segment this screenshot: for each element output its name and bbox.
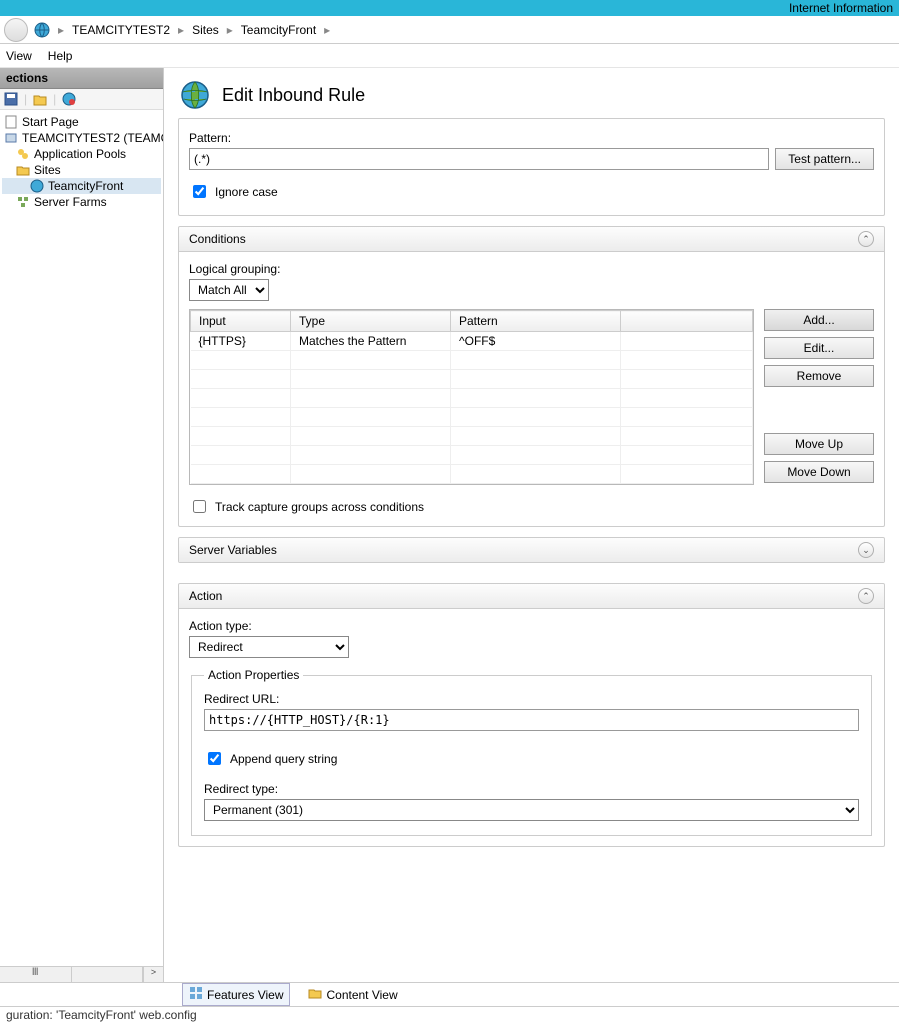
save-icon[interactable]: [4, 92, 18, 106]
page-title: Edit Inbound Rule: [222, 85, 365, 106]
page-icon: [4, 115, 18, 129]
append-query-checkbox[interactable]: [208, 752, 221, 765]
action-properties-legend: Action Properties: [204, 668, 303, 682]
redirect-url-input[interactable]: [204, 709, 859, 731]
action-panel: Action ⌃ Action type: Redirect Action Pr…: [178, 583, 885, 847]
separator: |: [24, 92, 27, 106]
folder-icon[interactable]: [33, 92, 47, 106]
separator: |: [53, 92, 56, 106]
chevron-right-icon: ▸: [178, 23, 184, 37]
match-url-panel: Pattern: Test pattern... Ignore case: [178, 118, 885, 216]
pattern-label: Pattern:: [189, 131, 874, 145]
table-row: .: [191, 370, 753, 389]
status-text: guration: 'TeamcityFront' web.config: [6, 1008, 197, 1022]
col-type[interactable]: Type: [291, 311, 451, 332]
action-type-label: Action type:: [189, 619, 874, 633]
test-pattern-button[interactable]: Test pattern...: [775, 148, 874, 170]
breadcrumb-site[interactable]: TeamcityFront: [241, 23, 316, 37]
append-query-label: Append query string: [230, 752, 337, 766]
collapse-button[interactable]: ⌃: [858, 231, 874, 247]
conditions-table[interactable]: Input Type Pattern {HTTPS} Matches the P…: [189, 309, 754, 485]
chevron-right-icon: ▸: [227, 23, 233, 37]
status-bar: guration: 'TeamcityFront' web.config: [0, 1006, 899, 1024]
scrollbar-track[interactable]: [72, 967, 144, 982]
tree-sites[interactable]: Sites: [2, 162, 161, 178]
table-row: .: [191, 408, 753, 427]
nav-back-button[interactable]: [4, 18, 28, 42]
breadcrumb-server[interactable]: TEAMCITYTEST2: [72, 23, 170, 37]
add-condition-button[interactable]: Add...: [764, 309, 874, 331]
track-capture-checkbox[interactable]: [193, 500, 206, 513]
features-icon: [189, 986, 203, 1003]
content-pane: Edit Inbound Rule Pattern: Test pattern.…: [164, 68, 899, 982]
pattern-input[interactable]: [189, 148, 769, 170]
scroll-right-icon[interactable]: >: [143, 967, 163, 982]
move-down-button[interactable]: Move Down: [764, 461, 874, 483]
redirect-url-label: Redirect URL:: [204, 692, 859, 706]
redirect-type-label: Redirect type:: [204, 782, 859, 796]
help-icon[interactable]: [62, 92, 76, 106]
table-row: .: [191, 351, 753, 370]
server-variables-title: Server Variables: [189, 543, 277, 557]
chevron-right-icon: ▸: [324, 23, 330, 37]
col-spacer: [621, 311, 753, 332]
menu-help[interactable]: Help: [48, 49, 73, 63]
tree-app-pools[interactable]: Application Pools: [2, 146, 161, 162]
action-title: Action: [189, 589, 222, 603]
tab-content-view[interactable]: Content View: [302, 984, 403, 1005]
conditions-panel: Conditions ⌃ Logical grouping: Match All…: [178, 226, 885, 527]
tab-features-view[interactable]: Features View: [182, 983, 290, 1006]
globe-icon: [34, 22, 50, 38]
col-pattern[interactable]: Pattern: [451, 311, 621, 332]
menu-view[interactable]: View: [6, 49, 32, 63]
ignore-case-label: Ignore case: [215, 185, 278, 199]
connections-tree: Start Page TEAMCITYTEST2 (TEAMCITY Appli…: [0, 110, 163, 966]
connections-sidebar: ections | | Start Page TEAMCITYTEST2 (TE…: [0, 68, 164, 982]
breadcrumb-sites[interactable]: Sites: [192, 23, 219, 37]
globe-icon: [30, 179, 44, 193]
view-tabs: Features View Content View: [0, 982, 899, 1006]
sidebar-scrollbar[interactable]: Ⅲ >: [0, 966, 163, 982]
content-icon: [308, 986, 322, 1003]
tree-server-farms[interactable]: Server Farms: [2, 194, 161, 210]
scrollbar-track[interactable]: Ⅲ: [0, 967, 72, 982]
window-title: Internet Information: [789, 1, 893, 15]
server-variables-panel: Server Variables ⌄: [178, 537, 885, 563]
serverfarms-icon: [16, 195, 30, 209]
connections-header: ections: [0, 68, 163, 89]
tree-site-teamcityfront[interactable]: TeamcityFront: [2, 178, 161, 194]
tree-start-page[interactable]: Start Page: [2, 114, 161, 130]
redirect-type-select[interactable]: Permanent (301): [204, 799, 859, 821]
col-input[interactable]: Input: [191, 311, 291, 332]
tree-server[interactable]: TEAMCITYTEST2 (TEAMCITY: [2, 130, 161, 146]
table-row: .: [191, 427, 753, 446]
table-row: .: [191, 465, 753, 484]
expand-button[interactable]: ⌄: [858, 542, 874, 558]
menu-bar: View Help: [0, 44, 899, 68]
connections-toolbar: | |: [0, 89, 163, 110]
edit-condition-button[interactable]: Edit...: [764, 337, 874, 359]
track-capture-label: Track capture groups across conditions: [215, 500, 424, 514]
remove-condition-button[interactable]: Remove: [764, 365, 874, 387]
logical-grouping-label: Logical grouping:: [189, 262, 874, 276]
table-row: .: [191, 389, 753, 408]
server-icon: [4, 131, 18, 145]
apppools-icon: [16, 147, 30, 161]
folder-icon: [16, 163, 30, 177]
address-bar: ▸ TEAMCITYTEST2 ▸ Sites ▸ TeamcityFront …: [0, 16, 899, 44]
collapse-button[interactable]: ⌃: [858, 588, 874, 604]
table-row[interactable]: {HTTPS} Matches the Pattern ^OFF$: [191, 332, 753, 351]
rule-globe-icon: [180, 80, 210, 110]
conditions-title: Conditions: [189, 232, 246, 246]
table-row: .: [191, 446, 753, 465]
action-type-select[interactable]: Redirect: [189, 636, 349, 658]
action-properties-fieldset: Action Properties Redirect URL: Append q…: [191, 668, 872, 836]
ignore-case-checkbox[interactable]: [193, 185, 206, 198]
chevron-right-icon: ▸: [58, 23, 64, 37]
window-titlebar: Internet Information: [0, 0, 899, 16]
logical-grouping-select[interactable]: Match All: [189, 279, 269, 301]
move-up-button[interactable]: Move Up: [764, 433, 874, 455]
